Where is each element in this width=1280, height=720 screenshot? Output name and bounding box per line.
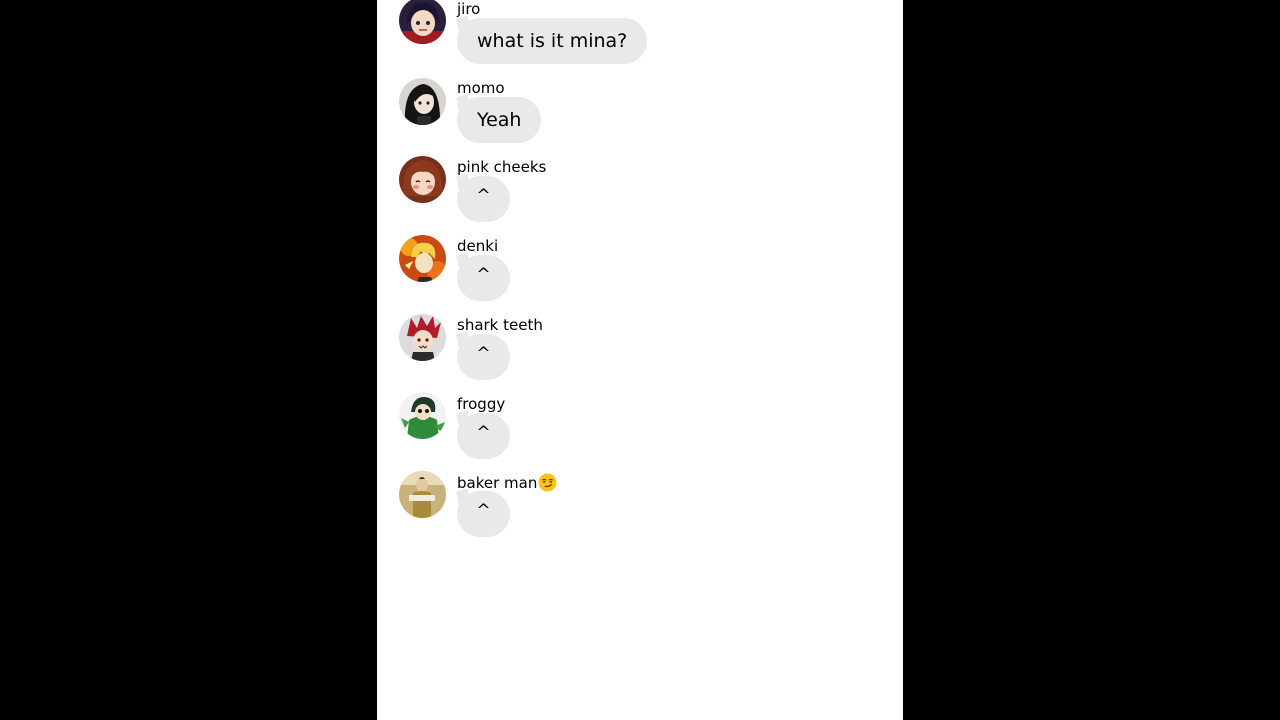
- message-bubble[interactable]: ^: [446, 409, 510, 459]
- message-row: denki ^: [399, 234, 879, 304]
- message-row: baker man ^: [399, 470, 879, 540]
- message-bubble[interactable]: ^: [446, 487, 510, 537]
- sender-name: jiro: [457, 0, 481, 18]
- message-bubble[interactable]: what is it mina?: [445, 14, 648, 64]
- message-row: pink cheeks ^: [399, 155, 879, 225]
- yellow-hair-boy-avatar[interactable]: [399, 235, 446, 282]
- message-bubble[interactable]: ^: [446, 330, 510, 380]
- black-hair-girl-avatar[interactable]: [399, 78, 446, 125]
- message-bubble[interactable]: ^: [446, 172, 510, 222]
- message-row: jiro what is it mina?: [399, 0, 879, 67]
- purple-hair-girl-avatar[interactable]: [399, 0, 446, 44]
- green-frog-girl-avatar[interactable]: [399, 392, 446, 439]
- message-row: shark teeth ^: [399, 313, 879, 383]
- message-bubble[interactable]: Yeah: [445, 93, 542, 143]
- gold-costume-avatar[interactable]: [399, 471, 446, 518]
- sender-name: shark teeth: [457, 316, 543, 334]
- chat-screen: jiro what is it mina? momo Yeah pink che…: [377, 0, 903, 720]
- message-row: momo Yeah: [399, 76, 879, 146]
- message-bubble[interactable]: ^: [446, 251, 510, 301]
- sender-name-text: baker man: [457, 474, 538, 492]
- smirking-face-emoji-icon: [538, 473, 557, 492]
- sender-name: baker man: [457, 473, 557, 492]
- brown-hair-girl-avatar[interactable]: [399, 156, 446, 203]
- sender-name: pink cheeks: [457, 158, 547, 176]
- red-hair-boy-avatar[interactable]: [399, 314, 446, 361]
- message-row: froggy ^: [399, 392, 879, 462]
